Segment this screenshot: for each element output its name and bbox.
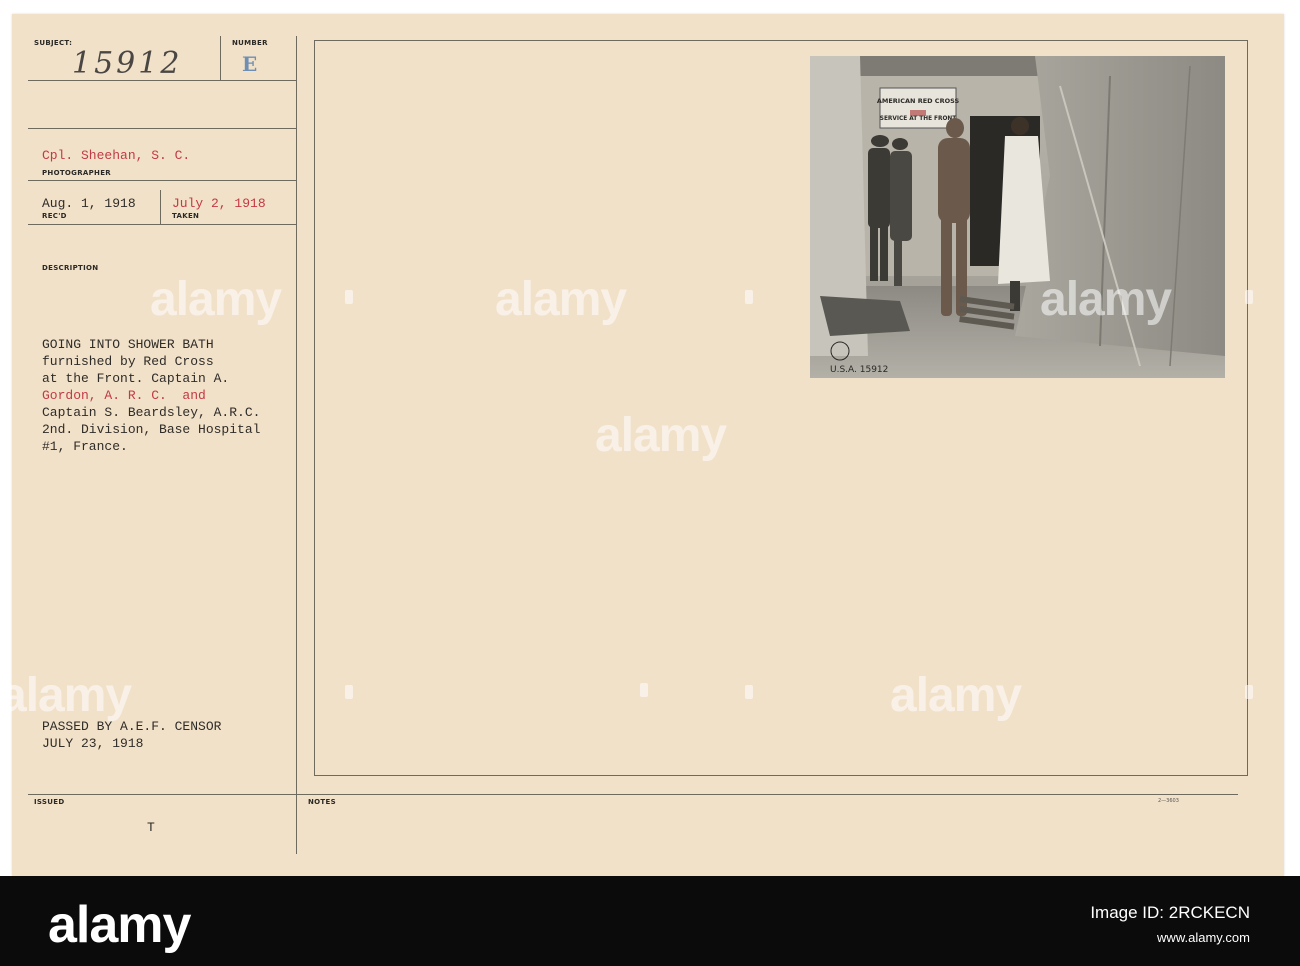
watermark: alamy xyxy=(0,669,132,722)
label-photographer: PHOTOGRAPHER xyxy=(42,169,111,177)
form-number: 2—3603 xyxy=(1158,798,1179,804)
watermark: alamy xyxy=(1040,273,1172,326)
watermark: alamy xyxy=(495,273,627,326)
description-line: furnished by Red Cross xyxy=(42,354,214,369)
issued-mark: T xyxy=(147,820,155,835)
left-column-divider xyxy=(296,36,297,854)
sign-text-line1: AMERICAN RED CROSS xyxy=(877,97,960,105)
description-text: GOING INTO SHOWER BATH furnished by Red … xyxy=(42,336,260,455)
sign-text-line2: SERVICE AT THE FRONT xyxy=(880,116,956,122)
censor-stamp: PASSED BY A.E.F. CENSOR JULY 23, 1918 xyxy=(42,718,221,752)
description-line: Captain S. Beardsley, A.R.C. xyxy=(42,405,261,420)
watermark-dot-mark xyxy=(745,685,753,699)
watermark-dot-mark xyxy=(345,290,353,304)
number-divider xyxy=(220,36,221,80)
watermark-dot-mark xyxy=(345,685,353,699)
received-date: Aug. 1, 1918 xyxy=(42,196,136,211)
rule-photographer xyxy=(28,180,296,181)
watermark: alamy xyxy=(595,409,727,462)
photo-stamp-text: U.S.A. 15912 xyxy=(830,365,888,375)
photographer-name: Cpl. Sheehan, S. C. xyxy=(42,148,191,163)
description-line: GOING INTO SHOWER BATH xyxy=(42,337,214,352)
alamy-logo: alamy xyxy=(48,896,191,954)
image-id: Image ID: 2RCKECN xyxy=(1090,903,1250,922)
label-issued: ISSUED xyxy=(34,798,65,806)
taken-date: July 2, 1918 xyxy=(172,196,266,211)
label-notes: NOTES xyxy=(308,798,336,806)
label-number: NUMBER xyxy=(232,39,268,47)
watermark-dot-mark xyxy=(745,290,753,304)
subject-number-handwritten: 15912 xyxy=(72,46,183,81)
rule-issued xyxy=(28,794,1238,795)
watermark-dot-mark xyxy=(1245,290,1253,304)
rule-dates xyxy=(28,224,296,225)
label-subject: SUBJECT: xyxy=(34,39,73,47)
site-url: www.alamy.com xyxy=(1157,930,1250,945)
watermark-dot-mark xyxy=(640,683,648,697)
watermark-dot-mark xyxy=(1245,685,1253,699)
label-recd: REC'D xyxy=(42,212,67,220)
description-line: Gordon, A. R. C. and xyxy=(42,388,206,403)
censor-line: JULY 23, 1918 xyxy=(42,736,144,751)
description-line: 2nd. Division, Base Hospital xyxy=(42,422,261,437)
label-taken: TAKEN xyxy=(172,212,200,220)
watermark: alamy xyxy=(150,273,282,326)
photo-illustration: AMERICAN RED CROSS SERVICE AT THE FRONT xyxy=(810,56,1225,378)
dates-divider xyxy=(160,190,161,224)
shower-bath-photograph: AMERICAN RED CROSS SERVICE AT THE FRONT xyxy=(810,56,1225,378)
image-id-block: Image ID: 2RCKECN www.alamy.com xyxy=(1090,900,1250,950)
description-line: #1, France. xyxy=(42,439,128,454)
number-stamp: E xyxy=(242,52,258,76)
rule-top-photographer xyxy=(28,128,296,129)
watermark: alamy xyxy=(890,669,1022,722)
description-line: at the Front. Captain A. xyxy=(42,371,230,386)
label-description: DESCRIPTION xyxy=(42,264,99,272)
